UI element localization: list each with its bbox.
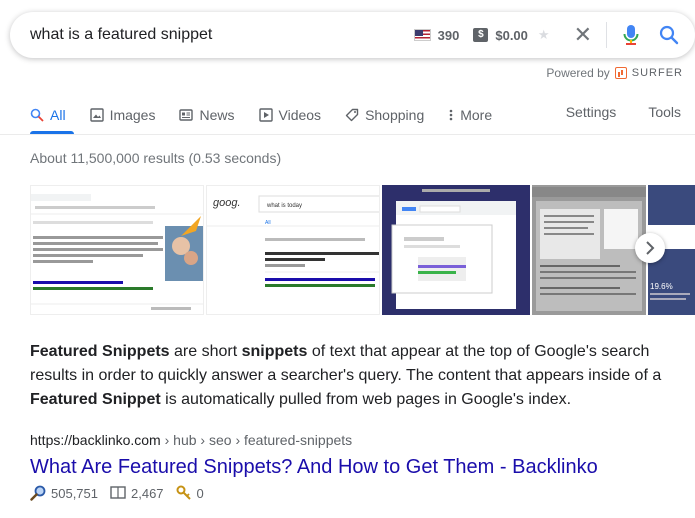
powered-by-label: Powered by [546, 66, 610, 80]
result-path: › hub › seo › featured-snippets [160, 432, 353, 448]
search-input[interactable]: what is a featured snippet [30, 26, 414, 44]
thumbnail-stat: 19.6% [650, 282, 673, 291]
search-icon [30, 108, 44, 122]
image-icon [89, 108, 104, 122]
tab-label: More [460, 107, 493, 123]
more-vert-icon [449, 109, 453, 121]
surfer-result-metrics: 505,751 2,467 0 [30, 485, 210, 501]
result-stats: About 11,500,000 results (0.53 seconds) [30, 150, 282, 166]
tag-icon [345, 108, 359, 122]
snippet-text: is automatically pulled from web pages i… [160, 391, 572, 408]
result-breadcrumb[interactable]: https://backlinko.com › hub › seo › feat… [30, 432, 352, 448]
svg-text:what is today: what is today [266, 203, 302, 209]
keywords-value: 0 [196, 485, 204, 501]
book-icon [110, 486, 126, 499]
cpc-value: $0.00 [495, 27, 528, 43]
keywords-metric: 0 [176, 485, 204, 501]
traffic-metric: 505,751 [30, 485, 98, 501]
search-tabs: All Images News Videos Shopping More [30, 104, 516, 126]
key-icon [176, 485, 191, 500]
news-icon [179, 109, 194, 121]
tools-link[interactable]: Tools [648, 104, 681, 120]
search-bar[interactable]: what is a featured snippet 390 $ $0.00 ★… [10, 12, 695, 58]
snippet-bold: snippets [241, 343, 308, 360]
tools-area: Settings Tools [566, 104, 681, 120]
powered-by-surfer[interactable]: Powered by SURFER [546, 66, 683, 80]
featured-snippet-text: Featured Snippets are short snippets of … [30, 340, 670, 412]
pages-value: 2,467 [131, 485, 164, 501]
snippet-bold: Featured Snippets [30, 343, 170, 360]
search-volume: 390 [437, 27, 460, 43]
featured-snippet-illustration [382, 185, 530, 315]
tab-label: Shopping [365, 107, 425, 123]
pages-metric: 2,467 [110, 486, 164, 501]
image-carousel: goog. what is today All 19.6% [30, 185, 695, 315]
surfer-logo-icon [614, 67, 627, 79]
dollar-icon: $ [473, 28, 489, 42]
surfer-metrics: 390 $ $0.00 ★ [413, 27, 550, 43]
result-title-link[interactable]: What Are Featured Snippets? And How to G… [30, 456, 598, 479]
serp-screenshot-thumbnail [31, 186, 203, 314]
tab-label: News [199, 107, 235, 123]
surfer-brand: SURFER [631, 67, 683, 79]
image-thumbnail[interactable]: goog. what is today All [206, 185, 380, 315]
svg-text:goog.: goog. [213, 197, 241, 209]
us-flag-icon [413, 29, 431, 41]
tab-shopping[interactable]: Shopping [345, 104, 424, 126]
magnifier-icon [30, 485, 46, 501]
tab-videos[interactable]: Videos [258, 104, 322, 126]
divider [606, 22, 607, 48]
serp-screenshot-thumbnail: goog. what is today All [207, 186, 379, 314]
snippet-text: are short [169, 343, 242, 360]
chevron-right-icon [646, 241, 655, 255]
settings-link[interactable]: Settings [566, 104, 617, 120]
video-icon [258, 108, 273, 122]
carousel-next-button[interactable] [635, 233, 665, 263]
image-thumbnail[interactable] [382, 185, 530, 315]
mic-icon[interactable] [619, 23, 643, 47]
image-thumbnail[interactable] [30, 185, 204, 315]
search-icon[interactable] [657, 23, 681, 47]
tab-more[interactable]: More [448, 104, 492, 126]
tab-all[interactable]: All [30, 104, 66, 126]
serp-screenshot-thumbnail [532, 185, 646, 315]
svg-text:All: All [265, 220, 271, 226]
image-thumbnail[interactable] [532, 185, 646, 315]
star-icon[interactable]: ★ [538, 27, 550, 43]
clear-icon[interactable]: ✕ [574, 24, 592, 46]
tab-images[interactable]: Images [89, 104, 156, 126]
tab-news[interactable]: News [179, 104, 235, 126]
divider [0, 134, 695, 135]
tab-label: All [50, 107, 66, 123]
tab-label: Videos [278, 107, 322, 123]
traffic-value: 505,751 [51, 485, 98, 501]
tab-label: Images [109, 107, 156, 123]
snippet-bold: Featured Snippet [30, 391, 161, 408]
result-domain: https://backlinko.com [30, 432, 161, 448]
